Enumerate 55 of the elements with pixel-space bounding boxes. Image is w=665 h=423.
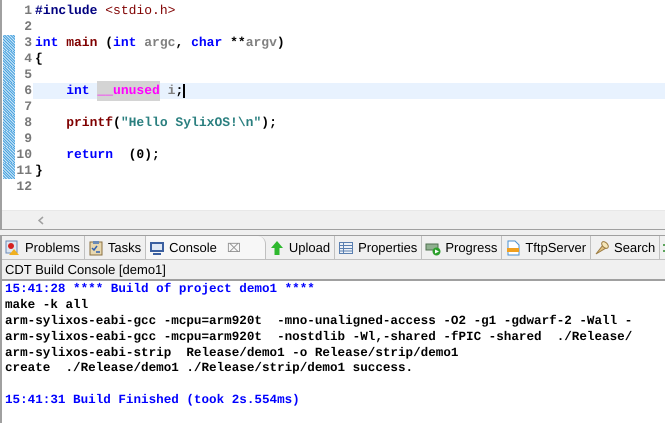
line-number: 11 [15, 162, 33, 180]
code-keyword: int [113, 34, 136, 52]
console-output-line: arm-sylixos-eabi-gcc -mcpu=arm920t -nostdlib -Wl,-shared -fPIC -shared ./Release/ [5, 330, 634, 346]
line-number: 10 [15, 146, 33, 164]
code-keyword: int [65, 82, 91, 100]
console-output-line: make -k all [5, 298, 90, 314]
scroll-left-icon[interactable] [38, 216, 44, 224]
code-text: ; [175, 82, 184, 100]
code-macro: __unused [97, 81, 160, 101]
code-string: "Hello SylixOS!\n" [120, 114, 262, 132]
line-number: 1 [23, 2, 33, 20]
view-tab[interactable]: Console ⌧ [146, 236, 266, 259]
code-text: (0); [128, 146, 160, 164]
code-param: argv [246, 34, 277, 52]
build-status-line: 15:41:31 Build Finished (took 2s.554ms) [5, 393, 301, 410]
table-icon [338, 240, 354, 256]
code-param: i [166, 82, 176, 100]
code-param: argc [143, 34, 176, 52]
code-text: ) [276, 34, 285, 52]
code-text: ** [229, 34, 246, 52]
console-output-line: arm-sylixos-eabi-gcc -mcpu=arm920t -mno-unaligned-access -O2 -g1 -gdwarf-2 -Wall - [5, 314, 634, 330]
line-number: 12 [15, 178, 33, 196]
code-text: , [175, 34, 184, 52]
horizontal-scrollbar[interactable] [2, 210, 665, 229]
line-number: 8 [23, 114, 33, 132]
line-number: 4 [23, 50, 33, 68]
code-keyword: return [65, 146, 114, 164]
monitor-icon [149, 240, 166, 256]
line-number: 9 [23, 130, 33, 148]
code-text: ); [261, 114, 277, 132]
build-status-line: 15:41:28 **** Build of project demo1 **** [5, 282, 316, 298]
code-text: } [35, 162, 43, 180]
console-title: CDT Build Console [demo1] [5, 260, 166, 279]
code-header: <stdio.h> [104, 2, 176, 20]
clipboard-icon [88, 240, 104, 256]
up-arrow-icon [268, 240, 285, 256]
code-keyword: char [191, 34, 222, 52]
code-directive: #include [35, 2, 98, 20]
code-text: { [35, 50, 43, 68]
warning-icon [5, 240, 21, 256]
line-number: 7 [23, 98, 33, 116]
line-number: 3 [23, 34, 33, 52]
line-number: 5 [23, 66, 33, 84]
line-number: 6 [23, 82, 33, 100]
code-function: main [65, 34, 98, 52]
code-text: ( [104, 34, 114, 52]
document-icon [505, 240, 522, 256]
line-number: 2 [23, 18, 33, 36]
code-text: ( [113, 114, 121, 132]
code-keyword: int [35, 34, 58, 52]
text-cursor [183, 84, 186, 98]
code-function: printf [65, 114, 114, 132]
flashlight-icon [594, 240, 610, 256]
console-output-line: arm-sylixos-eabi-strip Release/demo1 -o Release/strip/demo1 [5, 346, 460, 362]
console-output-line: create ./Release/demo1 ./Release/strip/demo1 success. [5, 361, 414, 378]
